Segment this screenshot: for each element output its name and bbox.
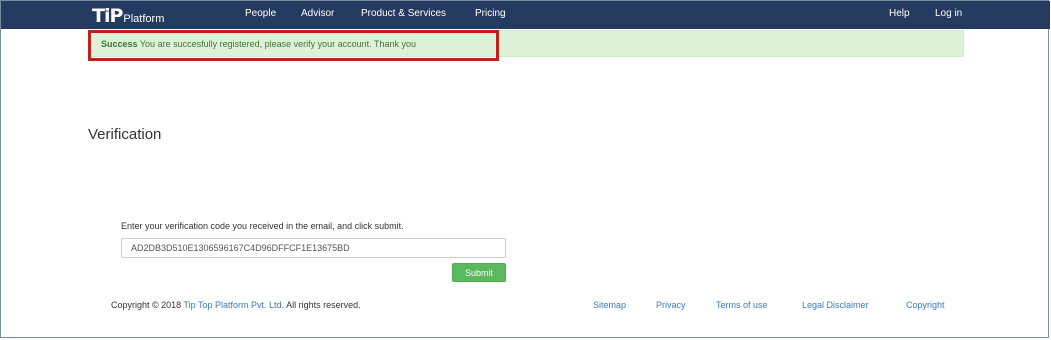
footer-sitemap-link[interactable]: Sitemap bbox=[593, 300, 626, 310]
footer-legal-disclaimer-link[interactable]: Legal Disclaimer bbox=[802, 300, 869, 310]
footer-copyright-link[interactable]: Copyright bbox=[906, 300, 945, 310]
nav-people[interactable]: People bbox=[245, 8, 276, 19]
nav-pricing[interactable]: Pricing bbox=[475, 8, 506, 19]
verification-instructions: Enter your verification code you receive… bbox=[121, 221, 404, 231]
footer-privacy-link[interactable]: Privacy bbox=[656, 300, 686, 310]
page-title: Verification bbox=[88, 126, 162, 143]
company-link[interactable]: Tip Top Platform Pvt. Ltd. bbox=[184, 300, 285, 310]
nav-advisor[interactable]: Advisor bbox=[301, 8, 334, 19]
logo-tip-text: TiP bbox=[92, 5, 123, 27]
success-alert-text: Success You are succesfully registered, … bbox=[101, 39, 416, 49]
logo-platform-text: Platform bbox=[123, 13, 165, 25]
alert-message: You are succesfully registered, please v… bbox=[139, 39, 417, 49]
nav-help[interactable]: Help bbox=[889, 8, 910, 19]
alert-success-label: Success bbox=[101, 39, 138, 49]
nav-product-services[interactable]: Product & Services bbox=[361, 8, 446, 19]
footer-terms-link[interactable]: Terms of use bbox=[716, 300, 768, 310]
copyright-suffix: All rights reserved. bbox=[286, 300, 361, 310]
submit-button[interactable]: Submit bbox=[452, 263, 506, 282]
verification-code-input[interactable] bbox=[121, 238, 506, 258]
nav-login[interactable]: Log in bbox=[935, 8, 962, 19]
tip-platform-logo[interactable]: TiP Platform bbox=[92, 4, 164, 26]
copyright-notice: Copyright © 2018 Tip Top Platform Pvt. L… bbox=[111, 300, 361, 310]
copyright-prefix: Copyright © 2018 bbox=[111, 300, 182, 310]
